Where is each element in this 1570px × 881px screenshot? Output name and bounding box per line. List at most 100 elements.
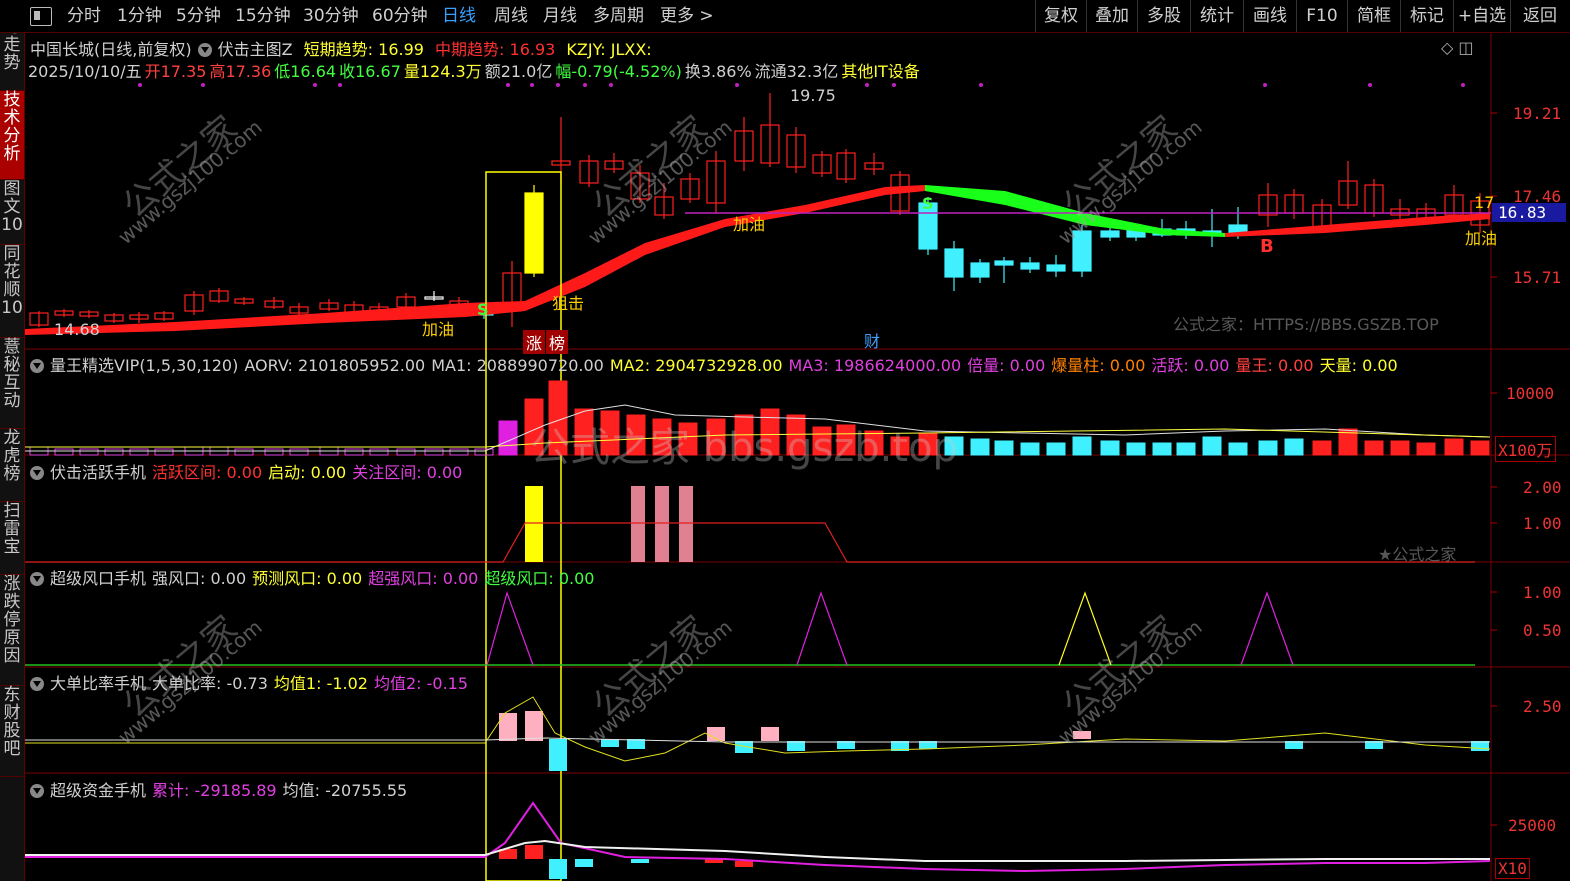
tab-more[interactable]: 更多 >: [660, 0, 714, 32]
low-mark: 14.68: [54, 320, 100, 339]
quote-volume: 量124.3万: [403, 62, 482, 81]
dropdown-icon[interactable]: [30, 466, 44, 480]
wind-peak: [486, 591, 534, 666]
fund-cum-line: [25, 801, 1491, 873]
tab-15min[interactable]: 15分钟: [235, 0, 291, 32]
active-start: 启动: 0.00: [268, 463, 347, 482]
short-trend-label: 短期趋势: [303, 40, 368, 59]
tab-multi-period[interactable]: 多周期: [593, 0, 644, 32]
sidebar-item-technical[interactable]: 技术分析: [0, 91, 24, 180]
simple-frame-button[interactable]: 简框: [1347, 0, 1400, 32]
sidebar-item-saolei[interactable]: 扫雷宝: [0, 502, 24, 575]
mark-button[interactable]: 标记: [1400, 0, 1453, 32]
vol-indicator-name[interactable]: 量王精选VIP(1,5,30,120): [50, 356, 238, 375]
price-axis-label: 15.71: [1513, 268, 1562, 287]
sidebar-item-guba[interactable]: 东财股吧: [0, 686, 24, 777]
big-order-bar: [549, 739, 567, 771]
wind-strong: 强风口: 0.00: [152, 569, 247, 588]
menu-toggle-icon[interactable]: [30, 7, 52, 26]
signal-dot: [865, 83, 869, 87]
volume-bar: [1284, 438, 1304, 456]
volume-bar: [1152, 442, 1172, 456]
fund-bar: [735, 861, 753, 867]
active-indicator-name[interactable]: 伏击活跃手机: [50, 463, 146, 482]
dropdown-icon[interactable]: [197, 43, 212, 57]
draw-line-button[interactable]: 画线: [1243, 0, 1296, 32]
multi-stock-button[interactable]: 多股: [1137, 0, 1190, 32]
volume-bar: [154, 448, 174, 456]
quote-high: 高17.36: [209, 62, 272, 81]
candle-body: [1046, 264, 1066, 272]
dropdown-icon[interactable]: [30, 359, 44, 373]
indicator-name[interactable]: 伏击主图Z: [218, 40, 293, 59]
sidebar-item-zhangting[interactable]: 涨跌停原因: [0, 575, 24, 686]
add-watchlist-button[interactable]: +自选: [1453, 0, 1510, 32]
tab-fenshi[interactable]: 分时: [67, 0, 101, 32]
tab-60min[interactable]: 60分钟: [372, 0, 428, 32]
signal-juji: 狙击: [552, 294, 585, 313]
signal-dot: [892, 83, 896, 87]
signal-s: S: [477, 300, 489, 319]
tab-1min[interactable]: 1分钟: [117, 0, 162, 32]
signal-dot: [556, 83, 560, 87]
back-button[interactable]: 返回: [1510, 0, 1569, 32]
badge-zhang: 涨: [523, 330, 546, 354]
active-axis-label: 1.00: [1523, 514, 1562, 533]
fund-indicator-name[interactable]: 超级资金手机: [50, 781, 146, 800]
volume-bar: [1100, 440, 1120, 456]
tab-monthly[interactable]: 月线: [543, 0, 577, 32]
volume-bar: [1470, 440, 1490, 456]
vol-huoyue: 活跃: 0.00: [1151, 356, 1230, 375]
wind-super: 超级风口: 0.00: [484, 569, 595, 588]
candle-body: [1020, 262, 1040, 270]
bigorder-axis-label: 2.50: [1523, 697, 1562, 716]
signal-jiayou: 加油: [733, 215, 766, 234]
volume-bar: [369, 448, 389, 456]
volume-bar: [289, 448, 309, 456]
tab-daily[interactable]: 日线: [442, 0, 476, 32]
sidebar-item-longhu[interactable]: 龙虎榜: [0, 429, 24, 502]
dropdown-icon[interactable]: [30, 572, 44, 586]
fuquan-button[interactable]: 复权: [1035, 0, 1086, 32]
dropdown-icon[interactable]: [30, 677, 44, 691]
center-watermark: 公式之家 bbs.gszb.top: [530, 425, 958, 471]
sidebar-item-tuwen[interactable]: 图文10: [0, 180, 24, 245]
signal-dot: [583, 83, 587, 87]
sidebar-item-interact[interactable]: 薏秘互动: [0, 338, 24, 429]
overlay-button[interactable]: 叠加: [1086, 0, 1137, 32]
big-order-bar: [761, 727, 779, 741]
active-zone: 活跃区间: 0.00: [152, 463, 263, 482]
price-axis-label: 19.21: [1513, 104, 1562, 123]
signal-dot: [609, 83, 613, 87]
volume-bar: [129, 448, 149, 456]
quote-low: 低16.64: [274, 62, 337, 81]
active-panel-header: 伏击活跃手机 活跃区间: 0.00 启动: 0.00 关注区间: 0.00: [30, 459, 468, 483]
stats-button[interactable]: 统计: [1190, 0, 1243, 32]
volume-bar: [396, 448, 416, 456]
signal-jiayou: 加油: [1465, 229, 1498, 248]
quote-amount: 额21.0亿: [484, 62, 553, 81]
quote-date: 2025/10/10/五: [28, 62, 142, 81]
wind-indicator-name[interactable]: 超级风口手机: [50, 569, 146, 588]
wind-peak: [1240, 591, 1294, 666]
period-toolbar: 分时 1分钟 5分钟 15分钟 30分钟 60分钟 日线 周线 月线 多周期 更…: [0, 0, 1570, 33]
dropdown-icon[interactable]: [30, 784, 44, 798]
left-sidebar: 分时走势 技术分析 图文10 同花顺10 薏秘互动 龙虎榜 扫雷宝 涨跌停原因 …: [0, 0, 25, 881]
candle-body: [994, 260, 1014, 266]
f10-button[interactable]: F10: [1296, 0, 1347, 32]
vol-ma1: MA1: 2088990720.00: [431, 356, 604, 375]
fund-bar: [525, 845, 543, 859]
tab-weekly[interactable]: 周线: [494, 0, 528, 32]
tab-5min[interactable]: 5分钟: [176, 0, 221, 32]
wind-super-strong: 超强风口: 0.00: [368, 569, 479, 588]
bigorder-avg1: 均值1: -1.02: [273, 674, 368, 693]
vol-ma2: MA2: 2904732928.00: [609, 356, 783, 375]
signal-dot: [201, 83, 205, 87]
vol-baoliang: 爆量柱: 0.00: [1051, 356, 1146, 375]
sidebar-item-tonghuashun[interactable]: 同花顺10: [0, 245, 24, 338]
active-bar: [525, 486, 543, 562]
tab-30min[interactable]: 30分钟: [303, 0, 359, 32]
top-right-icons[interactable]: ◇ ◫: [1441, 38, 1474, 57]
quote-open: 开17.35: [144, 62, 207, 81]
volume-bar: [79, 448, 99, 456]
